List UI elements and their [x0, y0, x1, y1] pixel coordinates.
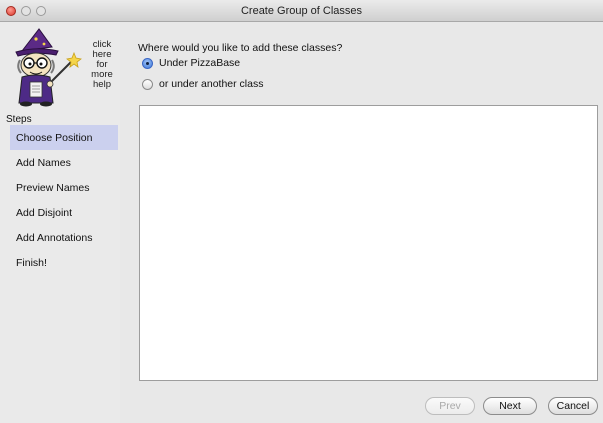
wizard-mascot-icon[interactable]	[6, 27, 88, 107]
step-add-disjoint: Add Disjoint	[16, 207, 73, 219]
step-add-annotations: Add Annotations	[16, 232, 93, 244]
position-question: Where would you like to add these classe…	[138, 42, 343, 54]
steps-heading: Steps	[6, 114, 32, 125]
wizard-window: Create Group of Classes click here for m…	[0, 0, 603, 423]
cancel-button[interactable]: Cancel	[548, 397, 598, 415]
help-text-line: help	[93, 79, 111, 90]
step-add-names: Add Names	[16, 157, 71, 169]
under-another-class-option[interactable]: or under another class	[142, 77, 263, 91]
radio-unselected-icon[interactable]	[142, 78, 153, 90]
wizard-content: Where would you like to add these classe…	[120, 22, 603, 423]
radio-selected-icon[interactable]	[142, 57, 153, 69]
class-tree-panel[interactable]	[139, 105, 598, 381]
wizard-sidebar: click here for more help Steps Choose Po…	[0, 22, 120, 423]
next-button[interactable]: Next	[483, 397, 537, 415]
step-finish: Finish!	[16, 257, 47, 269]
title-bar: Create Group of Classes	[0, 0, 603, 22]
prev-button[interactable]: Prev	[425, 397, 475, 415]
step-preview-names: Preview Names	[16, 182, 90, 194]
window-title: Create Group of Classes	[240, 5, 363, 17]
under-pizzabase-option[interactable]: Under PizzaBase	[142, 56, 240, 70]
step-choose-position: Choose Position	[10, 125, 118, 150]
radio-label: or under another class	[159, 78, 264, 90]
help-link[interactable]: click here for more help	[87, 40, 117, 90]
radio-label: Under PizzaBase	[159, 57, 241, 69]
